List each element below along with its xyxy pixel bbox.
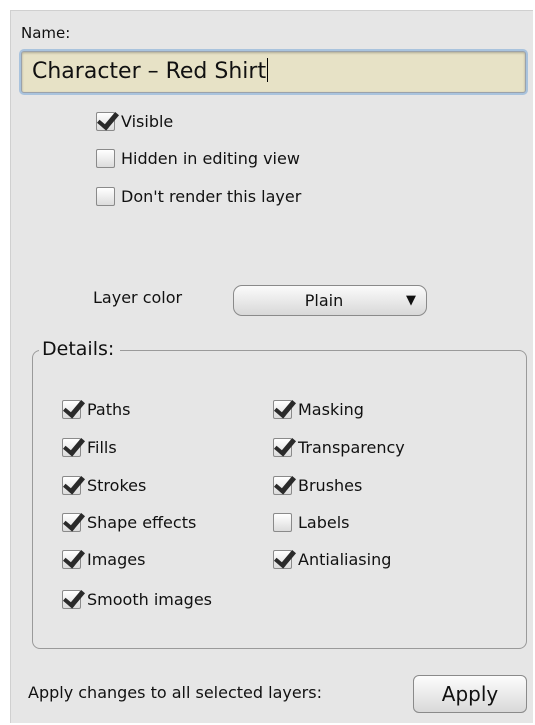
hidden-in-editing-view-checkbox[interactable]: Hidden in editing view bbox=[96, 149, 300, 168]
fills-check-box[interactable] bbox=[62, 438, 81, 457]
layer-color-select[interactable]: Plain ▼ bbox=[233, 285, 427, 316]
paths-check-box[interactable] bbox=[62, 400, 81, 419]
paths-checkbox[interactable]: Paths bbox=[62, 400, 130, 419]
layer-color-value: Plain bbox=[304, 291, 344, 310]
visible-checkbox[interactable]: Visible bbox=[96, 112, 173, 131]
shape-effects-check-box[interactable] bbox=[62, 513, 81, 532]
visible-check-box[interactable] bbox=[96, 112, 115, 131]
antialiasing-check-box[interactable] bbox=[273, 550, 292, 569]
strokes-label: Strokes bbox=[87, 476, 147, 495]
masking-check-box[interactable] bbox=[273, 400, 292, 419]
images-check-box[interactable] bbox=[62, 550, 81, 569]
hidden-in-editing-view-check-box[interactable] bbox=[96, 149, 115, 168]
transparency-checkbox[interactable]: Transparency bbox=[273, 438, 405, 457]
strokes-check-box[interactable] bbox=[62, 476, 81, 495]
brushes-label: Brushes bbox=[298, 476, 363, 495]
labels-label: Labels bbox=[298, 513, 350, 532]
fills-label: Fills bbox=[87, 438, 117, 457]
name-label: Name: bbox=[21, 24, 71, 42]
shape-effects-label: Shape effects bbox=[87, 513, 197, 532]
hidden-in-editing-view-label: Hidden in editing view bbox=[121, 149, 300, 168]
images-checkbox[interactable]: Images bbox=[62, 550, 145, 569]
masking-checkbox[interactable]: Masking bbox=[273, 400, 364, 419]
images-label: Images bbox=[87, 550, 146, 569]
text-caret bbox=[267, 58, 269, 82]
dont-render-check-box[interactable] bbox=[96, 187, 115, 206]
chevron-down-icon: ▼ bbox=[406, 293, 416, 308]
strokes-checkbox[interactable]: Strokes bbox=[62, 476, 146, 495]
smooth-images-check-box[interactable] bbox=[62, 590, 81, 609]
details-title: Details: bbox=[39, 338, 121, 360]
apply-to-selected-label: Apply changes to all selected layers: bbox=[28, 683, 322, 702]
visible-label: Visible bbox=[121, 112, 174, 131]
transparency-check-box[interactable] bbox=[273, 438, 292, 457]
dont-render-checkbox[interactable]: Don't render this layer bbox=[96, 187, 301, 206]
shape-effects-checkbox[interactable]: Shape effects bbox=[62, 513, 196, 532]
masking-label: Masking bbox=[298, 400, 364, 419]
apply-button[interactable]: Apply bbox=[413, 675, 527, 713]
transparency-label: Transparency bbox=[298, 438, 405, 457]
layer-name-value: Character – Red Shirt bbox=[32, 59, 267, 84]
antialiasing-label: Antialiasing bbox=[298, 550, 392, 569]
fills-checkbox[interactable]: Fills bbox=[62, 438, 117, 457]
labels-check-box[interactable] bbox=[273, 513, 292, 532]
brushes-checkbox[interactable]: Brushes bbox=[273, 476, 362, 495]
layer-color-label: Layer color bbox=[93, 288, 183, 307]
brushes-check-box[interactable] bbox=[273, 476, 292, 495]
layer-name-field[interactable]: Character – Red Shirt bbox=[21, 51, 526, 93]
dont-render-label: Don't render this layer bbox=[121, 187, 302, 206]
paths-label: Paths bbox=[87, 400, 131, 419]
labels-checkbox[interactable]: Labels bbox=[273, 513, 350, 532]
smooth-images-checkbox[interactable]: Smooth images bbox=[62, 590, 212, 609]
antialiasing-checkbox[interactable]: Antialiasing bbox=[273, 550, 391, 569]
smooth-images-label: Smooth images bbox=[87, 590, 212, 609]
